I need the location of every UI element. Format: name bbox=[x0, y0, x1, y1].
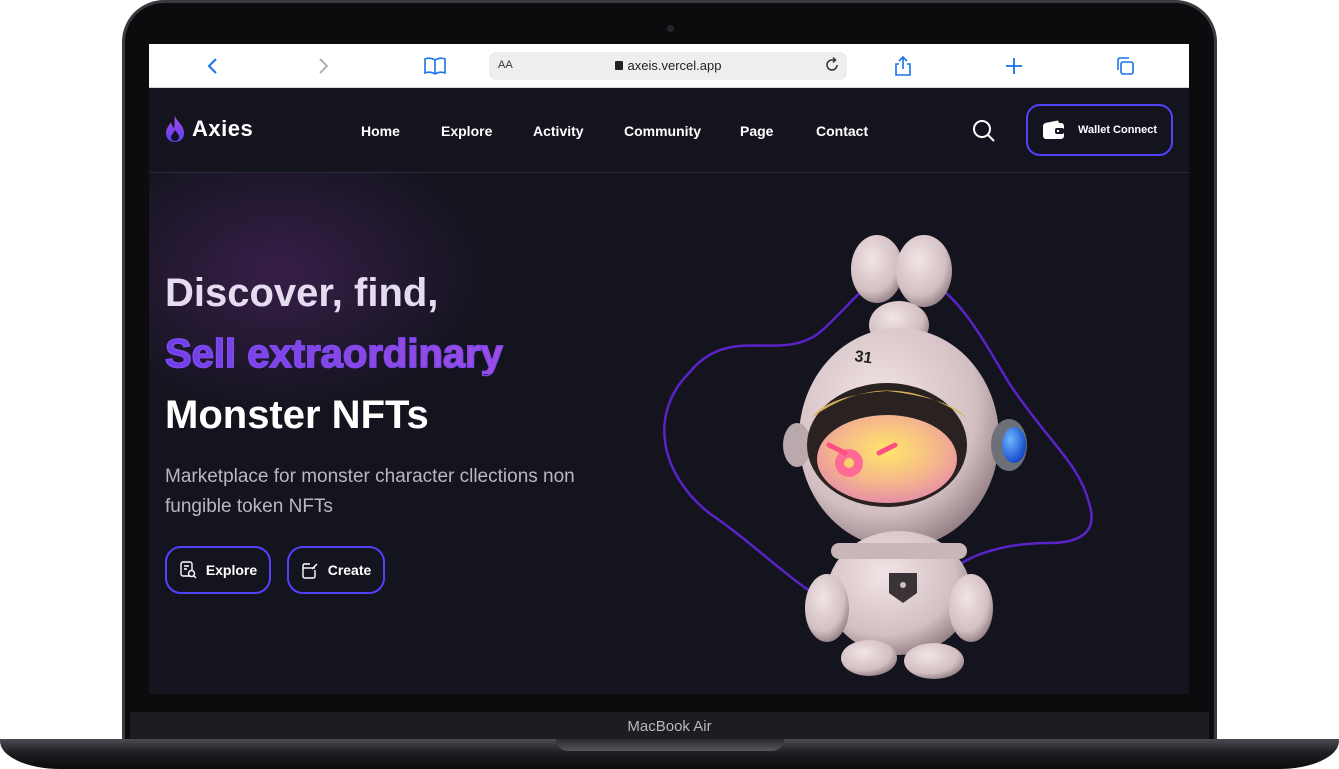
site-header: Axies Home Explore Activity Community Pa… bbox=[149, 88, 1189, 173]
wallet-connect-button[interactable]: Wallet Connect bbox=[1026, 104, 1173, 156]
logo[interactable]: Axies bbox=[164, 115, 253, 143]
hero-title-line1: Discover, find, bbox=[165, 271, 439, 315]
address-bar[interactable]: AA axeis.vercel.app bbox=[489, 52, 847, 80]
hero-title-line3: Monster NFTs bbox=[165, 393, 429, 437]
nav-item-page[interactable]: Page bbox=[740, 123, 773, 139]
wallet-icon bbox=[1043, 120, 1064, 139]
create-label: Create bbox=[327, 562, 372, 578]
wallet-connect-label: Wallet Connect bbox=[1078, 124, 1158, 136]
device-label: MacBook Air bbox=[627, 718, 712, 735]
search-icon[interactable] bbox=[972, 119, 996, 143]
explore-label: Explore bbox=[205, 562, 258, 578]
tabs-icon[interactable] bbox=[1113, 54, 1137, 78]
nav-item-community[interactable]: Community bbox=[624, 123, 701, 139]
svg-text:31: 31 bbox=[853, 348, 873, 367]
explore-button[interactable]: Explore bbox=[165, 546, 271, 594]
logo-text: Axies bbox=[192, 116, 254, 141]
explore-icon bbox=[180, 561, 197, 579]
lock-icon bbox=[614, 61, 623, 70]
url-text: axeis.vercel.app bbox=[627, 58, 722, 73]
create-button[interactable]: Create bbox=[287, 546, 385, 594]
screen: AA axeis.vercel.app Axies Home Explore A… bbox=[149, 44, 1189, 694]
hero-section: Discover, find, Sell extraordinary Monst… bbox=[149, 173, 1189, 694]
astronaut-nft-illustration: 31 bbox=[663, 235, 1093, 679]
hero-title-line2: Sell extraordinary bbox=[164, 332, 503, 376]
nav-item-activity[interactable]: Activity bbox=[533, 123, 584, 139]
reload-icon[interactable] bbox=[823, 56, 841, 79]
nav-item-home[interactable]: Home bbox=[361, 123, 400, 139]
camera-icon bbox=[667, 25, 674, 32]
nav-item-explore[interactable]: Explore bbox=[441, 123, 492, 139]
back-icon[interactable] bbox=[201, 54, 225, 78]
laptop-notch bbox=[556, 739, 784, 751]
flame-icon bbox=[166, 116, 184, 142]
bookmarks-icon[interactable] bbox=[423, 54, 447, 78]
create-icon bbox=[302, 563, 318, 579]
nav-item-contact[interactable]: Contact bbox=[816, 123, 868, 139]
forward-icon[interactable] bbox=[311, 54, 335, 78]
new-tab-icon[interactable] bbox=[1002, 54, 1026, 78]
browser-toolbar: AA axeis.vercel.app bbox=[149, 44, 1189, 88]
share-icon[interactable] bbox=[891, 54, 915, 78]
hero-description: Marketplace for monster character cllect… bbox=[165, 466, 575, 517]
